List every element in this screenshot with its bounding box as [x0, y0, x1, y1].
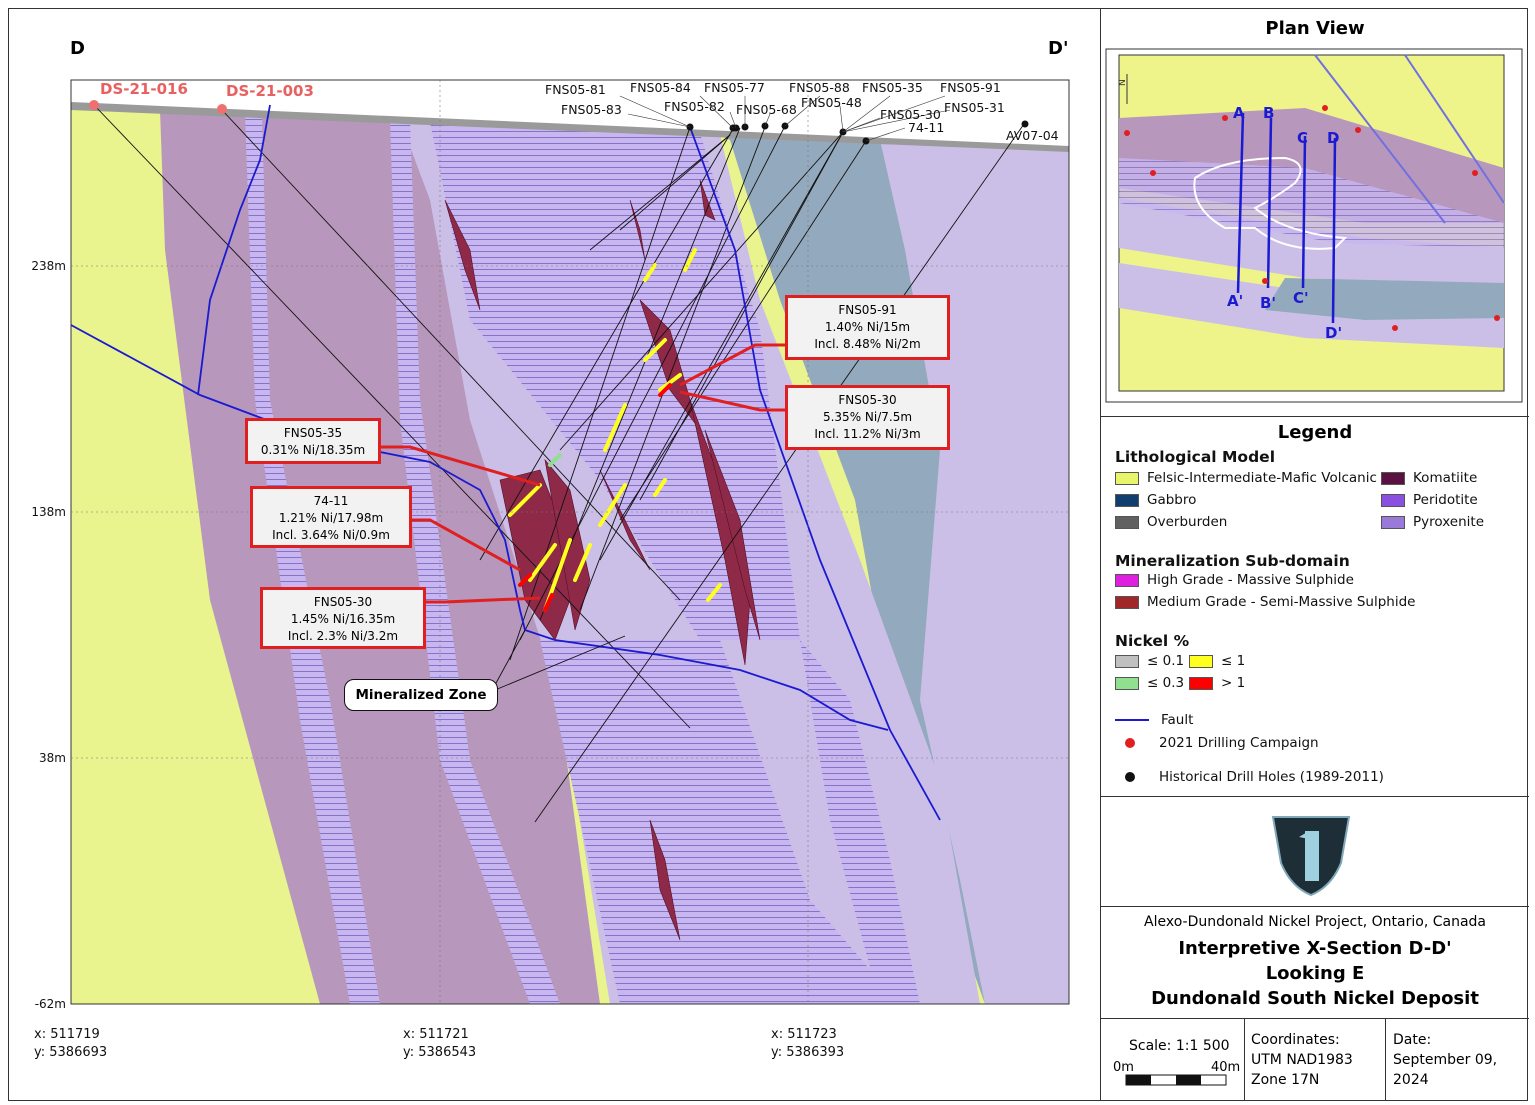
legend-ni-title: Nickel % [1115, 632, 1190, 650]
legend-item: Pyroxenite [1381, 514, 1484, 530]
section-letter: C [1297, 129, 1308, 147]
y-tick-label: 38m [39, 751, 66, 765]
x-coord-label: x: 511721 y: 5386543 [403, 1027, 477, 1060]
hole-label: FNS05-84 [630, 80, 691, 95]
legend-litho-title: Lithological Model [1115, 448, 1276, 466]
company-logo [1271, 816, 1351, 897]
legend-min-title: Mineralization Sub-domain [1115, 552, 1350, 570]
red-dot-icon [1125, 738, 1135, 748]
section-letter: A [1233, 104, 1245, 122]
assay-callout: 74-11 1.21% Ni/17.98m Incl. 3.64% Ni/0.9m [250, 486, 412, 548]
section-label-d-prime: D' [1048, 38, 1069, 59]
map-date: Date: September 09, 2024 [1393, 1032, 1498, 1088]
legend-item: Medium Grade - Semi-Massive Sulphide [1115, 594, 1415, 610]
scale-0: 0m [1113, 1060, 1134, 1075]
legend-2021: 2021 Drilling Campaign [1125, 735, 1319, 751]
scale-text: Scale: 1:1 500 [1129, 1038, 1230, 1054]
x-coord-label: x: 511723 y: 5386393 [771, 1027, 845, 1060]
section-label-d: D [70, 38, 85, 59]
legend-item: ≤ 0.3 [1115, 675, 1184, 691]
plan-view-map: N A B C D A' B' C' D' [1105, 48, 1523, 403]
hole-label: AV07-04 [1006, 128, 1059, 143]
assay-callout: FNS05-35 0.31% Ni/18.35m [245, 418, 381, 464]
hole-label: FNS05-68 [736, 102, 797, 117]
hole-label: FNS05-88 [789, 80, 850, 95]
x-coord-label: x: 511719 y: 5386693 [34, 1027, 108, 1060]
sidebar: Plan View N A B C D A' B' C' D' Legend L… [1100, 8, 1529, 1101]
hole-label: FNS05-77 [704, 80, 765, 95]
y-tick-label: 138m [31, 505, 66, 519]
hole-label: FNS05-81 [545, 82, 606, 97]
black-dot-icon [1125, 772, 1135, 782]
assay-callout: FNS05-30 5.35% Ni/7.5m Incl. 11.2% Ni/3m [785, 385, 950, 450]
project-name: Alexo-Dundonald Nickel Project, Ontario,… [1144, 914, 1486, 930]
hole-label: FNS05-48 [801, 95, 862, 110]
hole-label: FNS05-82 [664, 99, 725, 114]
new-hole-label: DS-21-016 [100, 80, 188, 98]
section-letter: A' [1227, 292, 1243, 310]
new-hole-label: DS-21-003 [226, 82, 314, 100]
section-letter: D' [1325, 324, 1342, 342]
legend-historical: Historical Drill Holes (1989-2011) [1125, 769, 1384, 785]
scale-bar [1125, 1074, 1227, 1086]
legend-item: Gabbro [1115, 492, 1196, 508]
legend-item: Komatiite [1381, 470, 1477, 486]
cross-section [70, 79, 1070, 1005]
hole-label: FNS05-91 [940, 80, 1001, 95]
legend-title: Legend [1277, 422, 1353, 443]
legend-item: ≤ 1 [1189, 653, 1245, 669]
section-letter: B' [1260, 294, 1276, 312]
y-tick-label: 238m [31, 259, 66, 273]
plan-view-title: Plan View [1265, 18, 1365, 39]
north-arrow-text: N [1118, 79, 1128, 86]
scale-40: 40m [1211, 1060, 1241, 1075]
section-letter: B [1263, 104, 1274, 122]
legend-item: ≤ 0.1 [1115, 653, 1184, 669]
y-tick-label: -62m [34, 997, 66, 1011]
hole-label: FNS05-35 [862, 80, 923, 95]
assay-callout: FNS05-91 1.40% Ni/15m Incl. 8.48% Ni/2m [785, 295, 950, 360]
legend-item: Overburden [1115, 514, 1227, 530]
legend-item: > 1 [1189, 675, 1245, 691]
mineralized-zone-label: Mineralized Zone [344, 679, 498, 711]
hole-label: FNS05-31 [944, 100, 1005, 115]
assay-callout: FNS05-30 1.45% Ni/16.35m Incl. 2.3% Ni/3.2… [260, 587, 426, 649]
fault-line-icon [1115, 719, 1149, 721]
legend-item: Peridotite [1381, 492, 1478, 508]
coordinate-system: Coordinates: UTM NAD1983 Zone 17N [1251, 1032, 1353, 1088]
section-letter: D [1327, 129, 1339, 147]
legend-item: Felsic-Intermediate-Mafic Volcanic [1115, 470, 1377, 486]
legend-fault: Fault [1115, 712, 1193, 728]
legend-item: High Grade - Massive Sulphide [1115, 572, 1354, 588]
section-letter: C' [1293, 289, 1309, 307]
hole-label: FNS05-83 [561, 102, 622, 117]
map-title: Interpretive X-Section D-D' Looking E Dund… [1151, 938, 1479, 1009]
hole-label: 74-11 [908, 120, 945, 135]
